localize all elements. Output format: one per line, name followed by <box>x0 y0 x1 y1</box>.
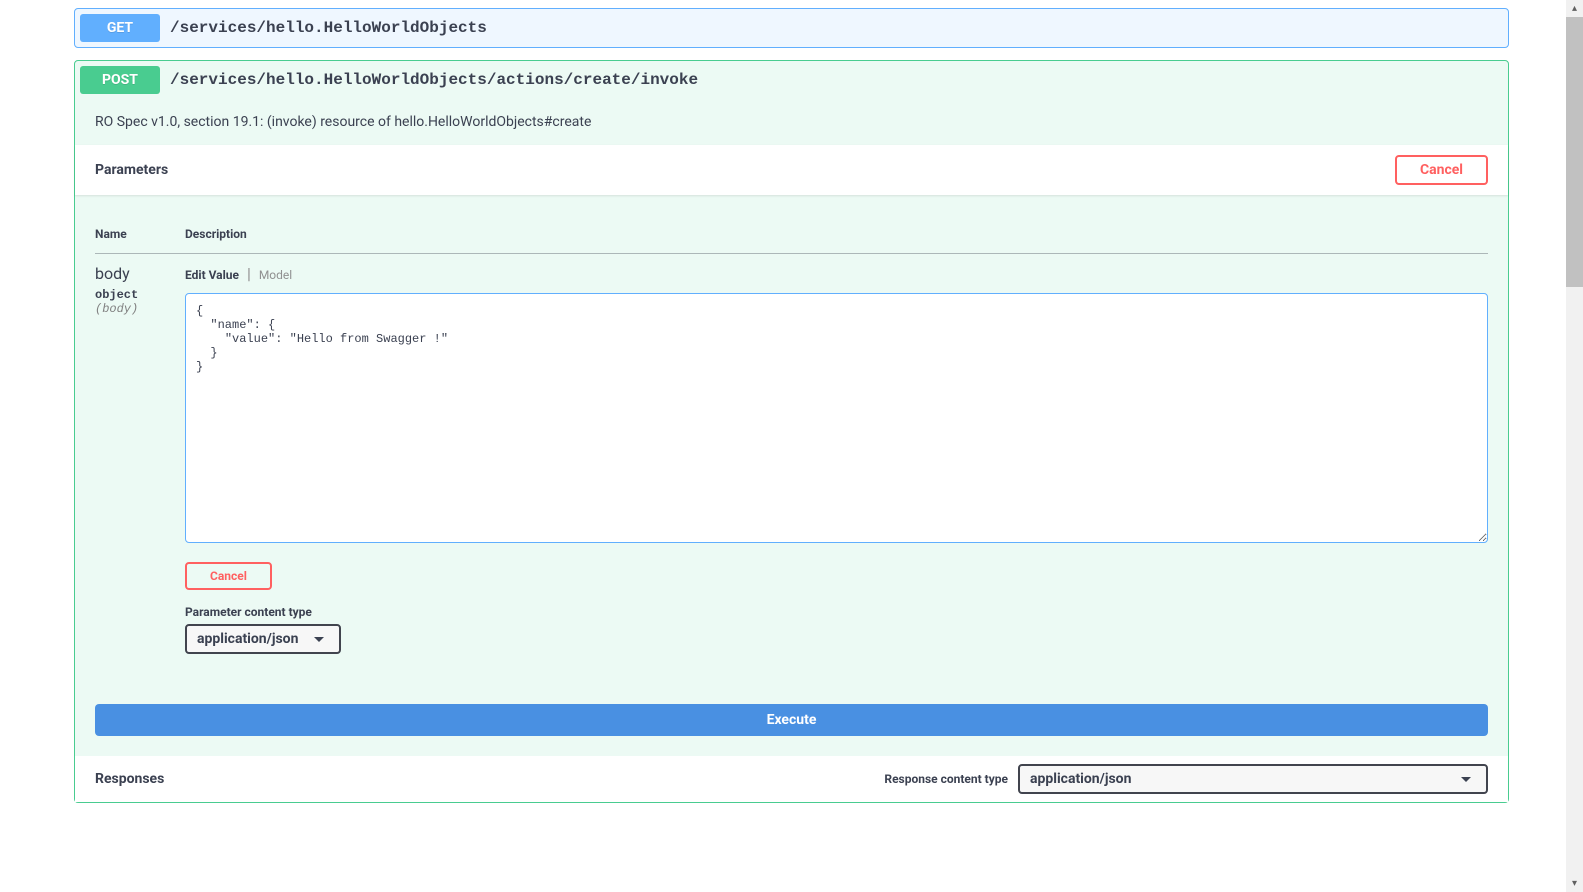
tab-model[interactable]: Model <box>259 268 292 282</box>
execute-wrapper: Execute <box>75 684 1508 756</box>
param-name: body <box>95 264 185 283</box>
method-badge-get: GET <box>80 14 160 42</box>
opblock-get[interactable]: GET /services/hello.HelloWorldObjects <box>74 8 1509 48</box>
cancel-button[interactable]: Cancel <box>1395 155 1488 185</box>
scrollbar[interactable]: ▴ ▾ <box>1566 0 1583 892</box>
response-content-type-label: Response content type <box>884 772 1008 786</box>
parameters-section-header: Parameters Cancel <box>75 145 1508 195</box>
param-type: object <box>95 283 185 302</box>
param-header-description: Description <box>185 215 1488 254</box>
response-content-type-wrapper: Response content type application/json <box>884 764 1488 794</box>
method-badge-post: POST <box>80 66 160 94</box>
tab-separator: | <box>247 264 251 283</box>
param-row: body object (body) Edit Value | Model <box>95 254 1488 665</box>
cancel-inner-button[interactable]: Cancel <box>185 562 272 590</box>
tab-edit-value[interactable]: Edit Value <box>185 268 239 282</box>
parameters-table: Name Description body object (body) <box>95 215 1488 664</box>
parameters-title: Parameters <box>95 162 168 178</box>
param-content-type-select[interactable]: application/json <box>185 624 341 654</box>
responses-title: Responses <box>95 771 164 787</box>
opblock-summary-get[interactable]: GET /services/hello.HelloWorldObjects <box>75 9 1508 47</box>
scroll-down-icon[interactable]: ▾ <box>1566 875 1583 892</box>
parameters-container: Name Description body object (body) <box>75 195 1508 684</box>
param-header-name: Name <box>95 215 185 254</box>
param-in: (body) <box>95 302 185 316</box>
response-content-type-select[interactable]: application/json <box>1018 764 1488 794</box>
opblock-description: RO Spec v1.0, section 19.1: (invoke) res… <box>75 99 1508 145</box>
opblock-path-get: /services/hello.HelloWorldObjects <box>170 19 1503 37</box>
body-textarea[interactable] <box>185 293 1488 543</box>
opblock-summary-post[interactable]: POST /services/hello.HelloWorldObjects/a… <box>75 61 1508 99</box>
responses-header: Responses Response content type applicat… <box>75 756 1508 802</box>
param-content-type-label: Parameter content type <box>185 605 1488 619</box>
scrollbar-thumb[interactable] <box>1566 17 1583 287</box>
scroll-up-icon[interactable]: ▴ <box>1566 0 1583 17</box>
model-tabs: Edit Value | Model <box>185 264 1488 283</box>
opblock-path-post: /services/hello.HelloWorldObjects/action… <box>170 71 1503 89</box>
execute-button[interactable]: Execute <box>95 704 1488 736</box>
opblock-post: POST /services/hello.HelloWorldObjects/a… <box>74 60 1509 803</box>
